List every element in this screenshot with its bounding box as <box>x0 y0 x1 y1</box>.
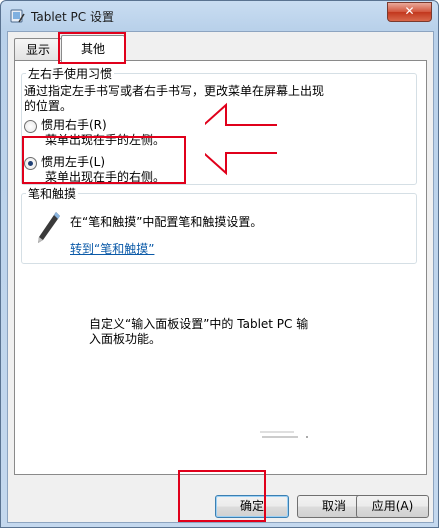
left-handed-sublabel: 菜单出现在手的右侧。 <box>45 170 166 184</box>
pen-touch-text: 在“笔和触摸”中配置笔和触摸设置。 <box>70 215 263 229</box>
tablet-pc-icon <box>10 9 25 23</box>
tab-display-label: 显示 <box>25 43 50 57</box>
left-handed-label: 惯用左手(L) <box>41 155 106 169</box>
pen-touch-group: 笔和触摸 在“笔和触摸”中配置笔和触摸设置。 转到“笔和触摸” <box>21 185 417 264</box>
pen-touch-link[interactable]: 转到“笔和触摸” <box>70 242 154 257</box>
tab-other[interactable]: 其他 <box>61 35 125 62</box>
left-handed-option[interactable]: 惯用左手(L) 菜单出现在手的右侧。 <box>24 155 165 185</box>
close-icon: ✕ <box>404 4 415 18</box>
tab-other-label: 其他 <box>80 42 105 56</box>
pen-icon <box>38 212 60 243</box>
right-handed-radio[interactable] <box>24 120 37 133</box>
input-panel-text-2: 入面板功能。 <box>89 332 162 346</box>
handedness-description-2: 的位置。 <box>24 99 73 113</box>
annotation-arrow-icon <box>205 102 277 176</box>
right-handed-option[interactable]: 惯用右手(R) 菜单出现在手的左侧。 <box>24 118 165 148</box>
handedness-legend: 左右手使用习惯 <box>28 67 113 81</box>
title-bar[interactable]: Tablet PC 设置 ✕ <box>1 1 438 31</box>
apply-button[interactable]: 应用(A) <box>356 495 429 518</box>
scan-noise <box>260 431 308 438</box>
window-title: Tablet PC 设置 <box>31 10 114 24</box>
left-handed-radio[interactable] <box>24 157 37 170</box>
tab-display[interactable]: 显示 <box>14 38 62 61</box>
tablet-pc-settings-window: Tablet PC 设置 ✕ 显示 其他 左右手使用习惯 通过指定左手书写或者右… <box>0 0 439 528</box>
right-handed-label: 惯用右手(R) <box>41 118 107 132</box>
pen-touch-legend: 笔和触摸 <box>28 187 77 201</box>
handedness-description-1: 通过指定左手书写或者右手书写，更改菜单在屏幕上出现 <box>24 84 325 98</box>
right-handed-sublabel: 菜单出现在手的左侧。 <box>45 133 166 147</box>
close-button[interactable]: ✕ <box>387 2 432 22</box>
input-panel-text-1: 自定义“输入面板设置”中的 Tablet PC 输 <box>89 317 309 331</box>
ok-button[interactable]: 确定 <box>215 495 289 518</box>
